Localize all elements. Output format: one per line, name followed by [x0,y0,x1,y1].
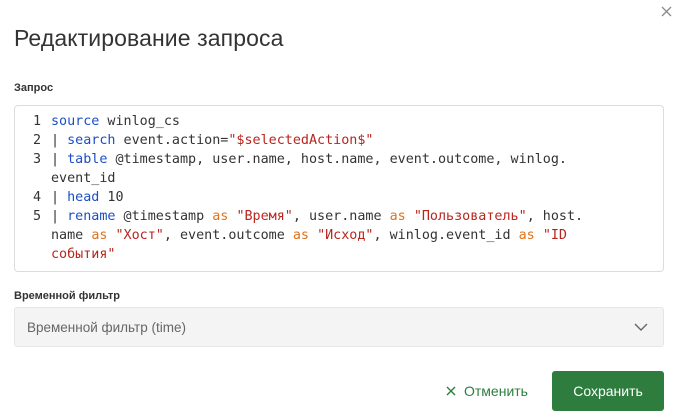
line-number: 2 [32,133,41,148]
code-string: "Хост" [115,228,164,243]
code-operator: as [389,209,406,224]
query-editor[interactable]: 1 source winlog_cs 2 | search event.action=… [14,105,664,272]
code-line: 2 | search event.action="$selectedAction$… [15,131,663,150]
code-text: | [51,152,68,167]
chevron-down-icon [633,319,649,335]
code-operator: as [518,228,535,243]
code-line: event_id [15,169,663,188]
code-keyword: table [67,152,108,167]
code-line: 5 | rename @timestamp as "Время", user.na… [15,207,663,226]
cancel-label: Отменить [464,383,528,399]
close-icon [446,386,456,396]
dialog-title: Редактирование запроса [14,25,284,51]
code-keyword: source [51,114,100,129]
close-button[interactable] [658,3,674,19]
code-text: , event.outcome [163,228,293,243]
code-string: "ID [542,228,567,243]
code-text: | [51,209,68,224]
code-text: , winlog.event_id [373,228,519,243]
query-label: Запрос [14,82,54,94]
code-string: "Пользователь" [413,209,527,224]
code-string: "Исход" [317,228,374,243]
line-number: 1 [32,114,41,129]
line-number: 5 [32,209,41,224]
code-string: "$selectedAction$" [228,133,374,148]
code-line: события" [15,245,663,264]
code-text: event.action= [115,133,229,148]
code-text: event_id [51,171,116,186]
code-keyword: search [67,133,116,148]
edit-query-dialog: Редактирование запроса Запрос 1 source wi… [0,0,680,417]
code-keyword: head [67,190,100,205]
code-text: | [51,133,68,148]
code-text: name [51,228,92,243]
time-filter-select[interactable]: Временной фильтр (time) [14,307,664,347]
code-operator: as [91,228,108,243]
code-string: "Время" [236,209,293,224]
code-text: , user.name [292,209,390,224]
time-filter-label: Временной фильтр [14,290,120,302]
code-keyword: rename [67,209,116,224]
close-icon [661,6,671,16]
line-number: 4 [32,190,41,205]
code-line: name as "Хост", event.outcome as "Исход"… [15,226,663,245]
code-line: 3 | table @timestamp, user.name, host.nam… [15,150,663,169]
code-text: @timestamp [115,209,213,224]
code-operator: as [212,209,229,224]
code-line: 1 source winlog_cs [15,112,663,131]
code-text: | [51,190,68,205]
save-button[interactable]: Сохранить [552,371,664,411]
time-filter-value: Временной фильтр (time) [27,319,186,335]
code-text: winlog_cs [99,114,180,129]
code-line: 4 | head 10 [15,188,663,207]
code-operator: as [292,228,309,243]
code-text: , host. [526,209,584,224]
code-string: события" [51,247,116,262]
code-text: @timestamp, user.name, host.name, event.… [107,152,567,167]
code-text: 10 [99,190,124,205]
cancel-button[interactable]: Отменить [434,371,540,411]
line-number: 3 [32,152,41,167]
